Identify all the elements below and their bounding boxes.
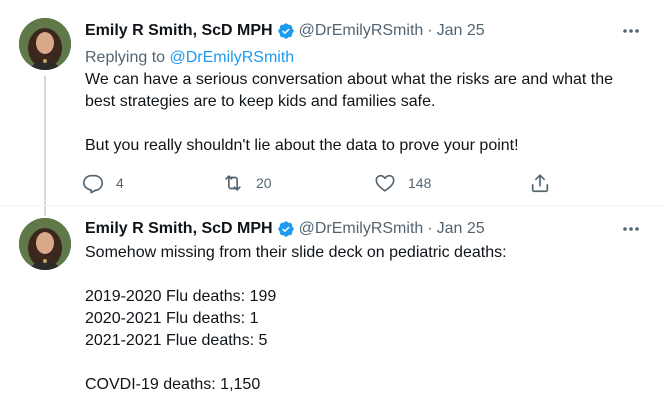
tweet[interactable]: Emily R Smith, ScD MPH @DrEmilyRSmith · …	[0, 0, 663, 216]
avatar[interactable]	[19, 218, 71, 270]
tweet-text-line: 2019-2020 Flu deaths: 199	[85, 288, 277, 305]
thread-connector	[44, 76, 46, 216]
verified-badge-icon	[277, 220, 295, 238]
tweet-text-line: We can have a serious conversation about…	[85, 71, 614, 88]
tweet-text-line: 2020-2021 Flu deaths: 1	[85, 310, 259, 327]
reply-count: 4	[116, 175, 124, 191]
tweet-date[interactable]: Jan 25	[437, 20, 485, 42]
replying-to-handle-link[interactable]: @DrEmilyRSmith	[170, 49, 295, 66]
tweet-text-line: Somehow missing from their slide deck on…	[85, 244, 507, 261]
retweet-button[interactable]: 20	[222, 170, 272, 196]
avatar[interactable]	[19, 18, 71, 70]
share-button[interactable]	[529, 170, 551, 196]
replying-to: Replying to @DrEmilyRSmith	[85, 47, 294, 69]
verified-badge-icon	[277, 22, 295, 40]
retweet-icon	[222, 172, 244, 194]
tweet-header: Emily R Smith, ScD MPH @DrEmilyRSmith · …	[85, 20, 485, 42]
tweet-date[interactable]: Jan 25	[437, 218, 485, 240]
tweet-text-line: best strategies are to keep kids and fam…	[85, 93, 436, 110]
author-handle[interactable]: @DrEmilyRSmith	[299, 20, 424, 42]
tweet-header: Emily R Smith, ScD MPH @DrEmilyRSmith · …	[85, 218, 485, 240]
tweet-text-line: 2021-2021 Flue deaths: 5	[85, 332, 268, 349]
more-options-icon[interactable]	[620, 220, 642, 238]
author-name[interactable]: Emily R Smith, ScD MPH	[85, 218, 273, 240]
like-button[interactable]: 148	[374, 170, 431, 196]
reply-icon	[82, 172, 104, 194]
tweet-actions: 4 20 148	[82, 170, 562, 196]
tweet-thread: Emily R Smith, ScD MPH @DrEmilyRSmith · …	[0, 0, 663, 415]
replying-to-label: Replying to	[85, 49, 170, 66]
author-handle[interactable]: @DrEmilyRSmith	[299, 218, 424, 240]
separator: ·	[427, 220, 433, 237]
tweet-text: We can have a serious conversation about…	[85, 69, 613, 157]
reply-button[interactable]: 4	[82, 170, 124, 196]
tweet-text-line: COVDI-19 deaths: 1,150	[85, 376, 261, 393]
like-count: 148	[408, 175, 432, 191]
more-options-icon[interactable]	[620, 22, 642, 40]
retweet-count: 20	[256, 175, 272, 191]
separator: ·	[427, 22, 433, 39]
heart-icon	[374, 172, 396, 194]
tweet-text: Somehow missing from their slide deck on…	[85, 242, 507, 396]
author-name[interactable]: Emily R Smith, ScD MPH	[85, 20, 273, 42]
share-icon	[529, 172, 551, 194]
tweet-text-line: But you really shouldn't lie about the d…	[85, 137, 519, 154]
tweet[interactable]: Emily R Smith, ScD MPH @DrEmilyRSmith · …	[0, 206, 663, 415]
